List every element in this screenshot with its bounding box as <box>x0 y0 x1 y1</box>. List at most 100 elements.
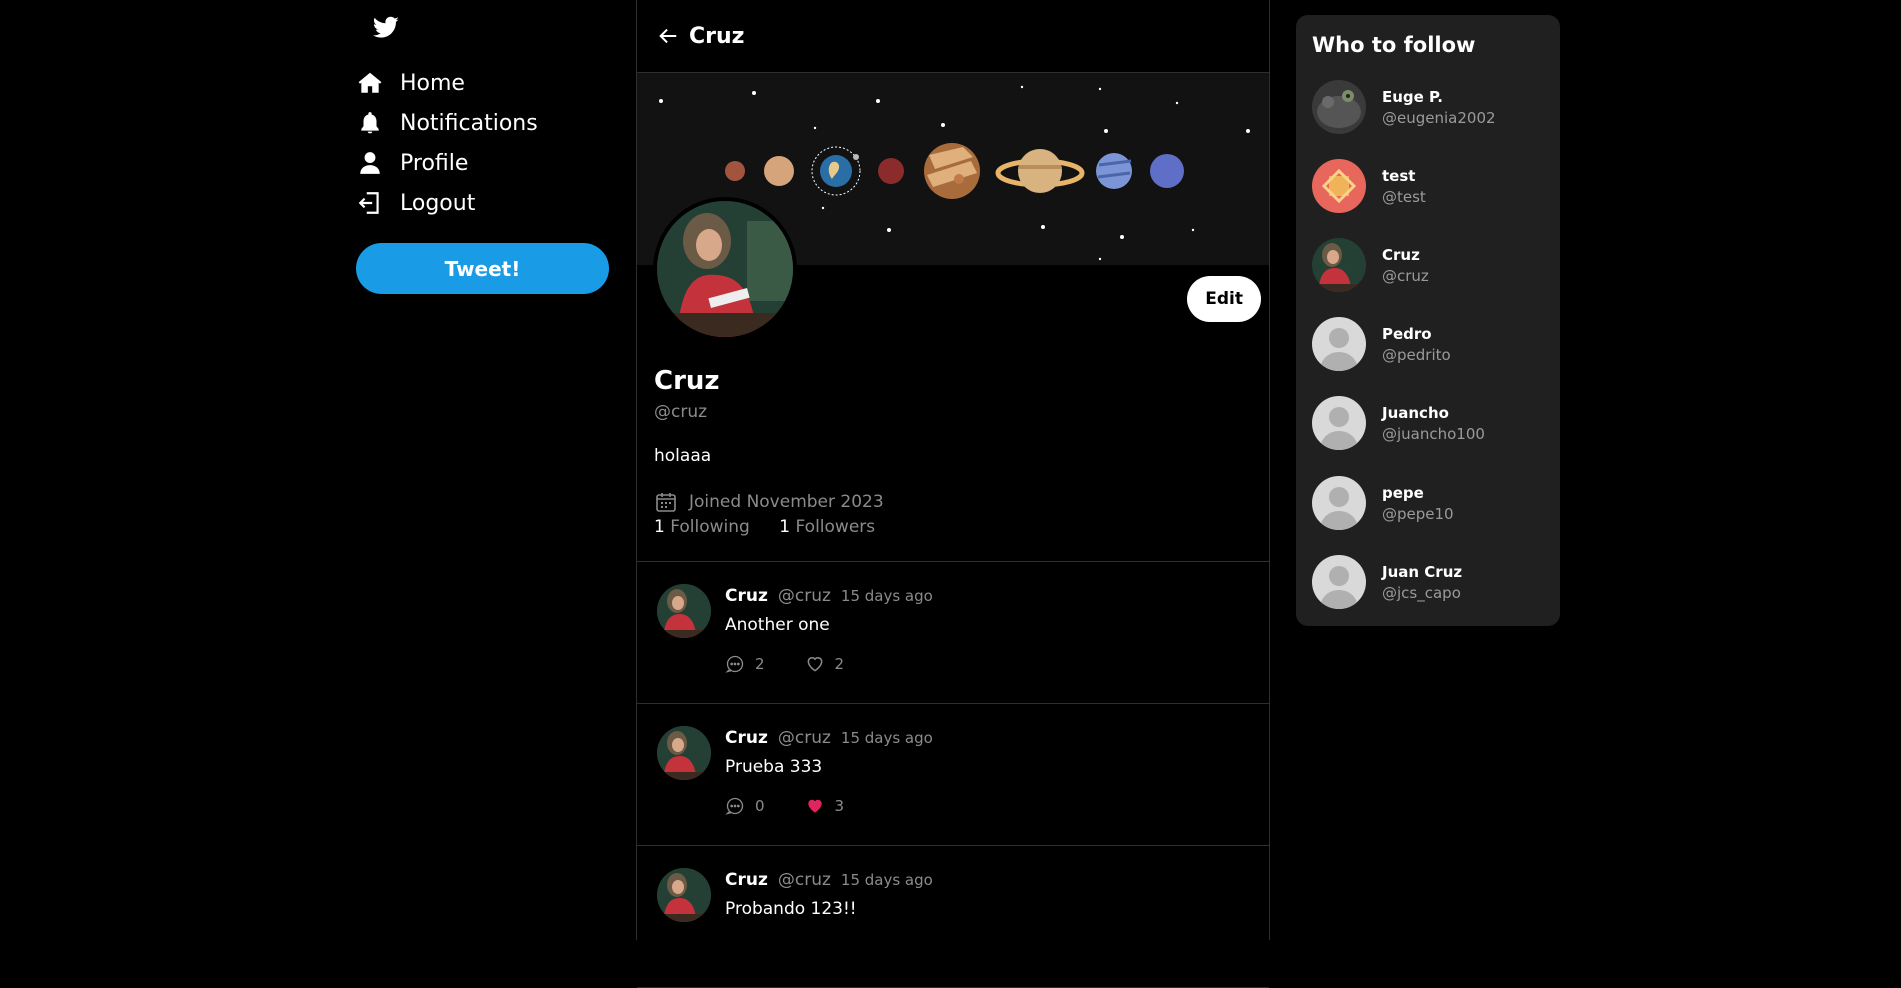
follow-stats: 1 Following 1 Followers <box>654 517 899 537</box>
who-to-follow-panel: Who to follow Euge P. @eugenia2002 test … <box>1296 15 1560 626</box>
tweet-author-name[interactable]: Cruz <box>725 870 768 890</box>
user-handle: @pepe10 <box>1382 504 1454 523</box>
tweet-author-handle: @cruz <box>777 586 831 606</box>
who-to-follow-title: Who to follow <box>1312 33 1476 57</box>
heart-filled-icon <box>807 799 822 813</box>
user-name: Pedro <box>1382 324 1432 343</box>
tweet-item[interactable]: Cruz @cruz 15 days ago Another one 2 2 <box>637 562 1269 704</box>
tweet-author-name[interactable]: Cruz <box>725 586 768 606</box>
user-name: Juancho <box>1382 403 1449 422</box>
reply-count: 2 <box>755 655 765 673</box>
joined-date: Joined November 2023 <box>654 490 884 514</box>
nav-label-logout: Logout <box>400 190 476 216</box>
user-handle: @jcs_capo <box>1382 583 1461 602</box>
following-label: Following <box>670 517 750 537</box>
user-handle: @test <box>1382 187 1426 206</box>
nav-item-profile[interactable]: Profile <box>356 143 538 183</box>
default-avatar-icon <box>1312 476 1366 530</box>
joined-text: Joined November 2023 <box>689 492 884 512</box>
tweet-avatar[interactable] <box>657 726 711 780</box>
user-name: pepe <box>1382 483 1424 502</box>
tweet-actions: 2 2 <box>725 654 884 674</box>
tweet-header: Cruz @cruz 15 days ago <box>725 586 933 606</box>
tweet-timestamp: 15 days ago <box>840 587 933 605</box>
profile-bio: holaaa <box>654 446 712 466</box>
comment-icon <box>725 655 744 673</box>
following-link[interactable]: 1 Following <box>654 517 750 537</box>
tweet-author-name[interactable]: Cruz <box>725 728 768 748</box>
user-avatar <box>1312 80 1366 134</box>
user-name: test <box>1382 166 1416 185</box>
tweet-text: Prueba 333 <box>725 757 823 777</box>
suggested-user[interactable]: test @test <box>1312 156 1552 216</box>
user-handle: @eugenia2002 <box>1382 108 1496 127</box>
tweet-avatar[interactable] <box>657 868 711 922</box>
like-count: 3 <box>834 797 845 815</box>
suggested-user[interactable]: Pedro @pedrito <box>1312 314 1552 374</box>
followers-count: 1 <box>779 517 791 537</box>
tweet-timestamp: 15 days ago <box>840 729 933 747</box>
nav-label-notifications: Notifications <box>400 110 538 136</box>
tweet-text: Another one <box>725 615 830 635</box>
tweet-item[interactable]: Cruz @cruz 15 days ago Probando 123!! <box>637 846 1269 988</box>
header-title: Cruz <box>689 23 745 49</box>
comment-icon <box>725 797 744 815</box>
default-avatar-icon <box>1312 396 1366 450</box>
nav-item-home[interactable]: Home <box>356 63 538 103</box>
logout-icon <box>356 189 384 217</box>
suggested-user[interactable]: Cruz @cruz <box>1312 235 1552 295</box>
followers-label: Followers <box>795 517 876 537</box>
like-button[interactable]: 2 <box>805 654 845 674</box>
user-handle: @cruz <box>1382 266 1429 285</box>
reply-button[interactable]: 2 <box>725 654 765 674</box>
tweet-header: Cruz @cruz 15 days ago <box>725 728 933 748</box>
suggested-user[interactable]: Euge P. @eugenia2002 <box>1312 77 1552 137</box>
nav-item-notifications[interactable]: Notifications <box>356 103 538 143</box>
edit-profile-button[interactable]: Edit <box>1187 276 1261 322</box>
profile-handle: @cruz <box>654 402 708 422</box>
like-button[interactable]: 3 <box>805 796 845 816</box>
nav-label-home: Home <box>400 70 465 96</box>
user-name: Juan Cruz <box>1382 562 1463 581</box>
tweet-author-handle: @cruz <box>777 870 831 890</box>
profile-avatar <box>653 197 797 341</box>
user-name: Cruz <box>1382 245 1420 264</box>
home-icon <box>356 69 384 97</box>
tweet-text: Probando 123!! <box>725 899 857 919</box>
suggested-user[interactable]: pepe @pepe10 <box>1312 473 1552 533</box>
tweet-avatar[interactable] <box>657 584 711 638</box>
profile-name: Cruz <box>654 366 720 396</box>
followers-link[interactable]: 1 Followers <box>779 517 875 537</box>
bell-icon <box>356 109 384 137</box>
tweet-actions: 0 3 <box>725 796 884 816</box>
tweet-author-handle: @cruz <box>777 728 831 748</box>
user-avatar <box>1312 238 1366 292</box>
twitter-logo-icon[interactable] <box>372 14 402 44</box>
nav-label-profile: Profile <box>400 150 469 176</box>
user-name: Euge P. <box>1382 87 1443 106</box>
tweet-button[interactable]: Tweet! <box>356 243 609 294</box>
main-column: Cruz Edit Cruz @cruz holaaa Joined Novem… <box>636 0 1270 988</box>
like-count: 2 <box>834 655 845 673</box>
user-handle: @juancho100 <box>1382 424 1485 443</box>
back-arrow-icon[interactable] <box>657 25 679 47</box>
reply-button[interactable]: 0 <box>725 796 765 816</box>
default-avatar-icon <box>1312 317 1366 371</box>
reply-count: 0 <box>755 797 765 815</box>
user-handle: @pedrito <box>1382 345 1451 364</box>
default-avatar-icon <box>1312 555 1366 609</box>
user-avatar <box>1312 159 1366 213</box>
tweet-timestamp: 15 days ago <box>840 871 933 889</box>
profile-header: Cruz <box>637 0 1269 73</box>
suggested-user[interactable]: Juan Cruz @jcs_capo <box>1312 552 1552 612</box>
tweet-item[interactable]: Cruz @cruz 15 days ago Prueba 333 0 3 <box>637 704 1269 846</box>
calendar-icon <box>654 490 678 514</box>
heart-outline-icon <box>807 657 822 672</box>
main-nav: Home Notifications Profile Logout <box>356 63 538 223</box>
user-icon <box>356 149 384 177</box>
tweet-list: Cruz @cruz 15 days ago Another one 2 2 C… <box>637 562 1269 988</box>
nav-item-logout[interactable]: Logout <box>356 183 538 223</box>
tweet-header: Cruz @cruz 15 days ago <box>725 870 933 890</box>
suggested-user[interactable]: Juancho @juancho100 <box>1312 393 1552 453</box>
following-count: 1 <box>654 517 665 537</box>
